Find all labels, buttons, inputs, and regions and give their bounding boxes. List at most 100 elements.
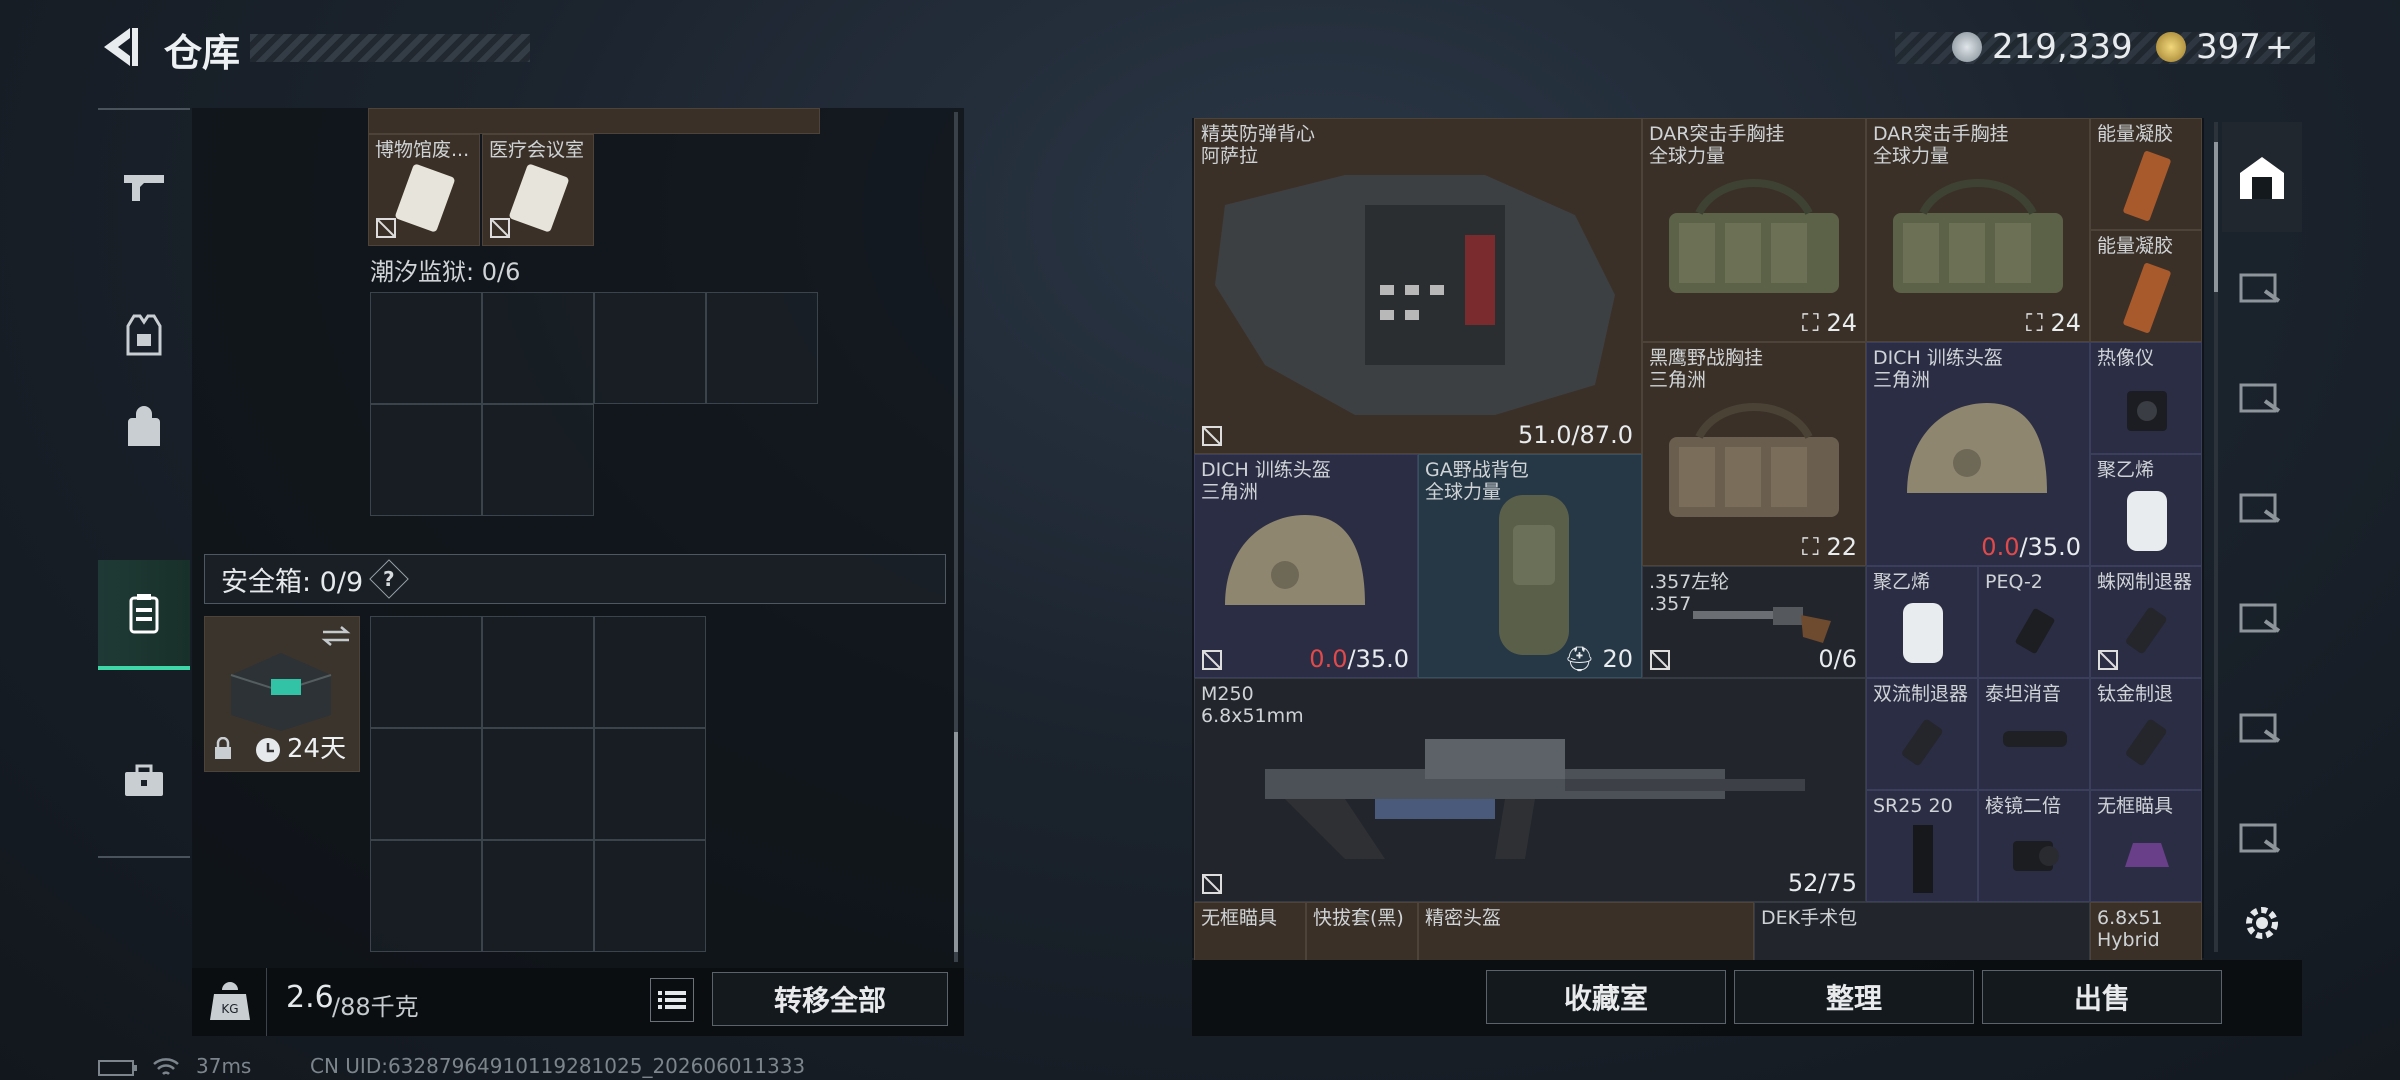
item-name: 6.8x51 Hybrid: [2097, 907, 2163, 951]
item-titanium-brake[interactable]: 钛金制退: [2090, 678, 2202, 790]
partial-row: [368, 108, 820, 134]
slot[interactable]: [370, 292, 482, 404]
magazine-icon: [1913, 825, 1933, 893]
item-helmet[interactable]: DICH 训练头盔 三角洲 0.0/35.0: [1194, 454, 1418, 678]
item-name: 棱镜二倍: [1985, 795, 2062, 817]
tab-weapons[interactable]: [98, 132, 190, 242]
safebox-item[interactable]: 24天: [204, 616, 360, 772]
currency-gold[interactable]: 397 +: [2156, 24, 2293, 70]
item-chest-rig[interactable]: 黑鹰野战胸挂 三角洲 ⛶ 22: [1642, 342, 1866, 566]
tab-stash-1[interactable]: [2222, 232, 2302, 342]
item-name: 精英防弹背心 阿萨拉: [1201, 123, 1316, 167]
slot[interactable]: [706, 292, 818, 404]
slot[interactable]: [594, 292, 706, 404]
item-thermal-imager[interactable]: 热像仪: [2090, 342, 2202, 454]
item-museum-key[interactable]: 博物馆废...: [368, 134, 480, 246]
item-chest-rig[interactable]: DAR突击手胸挂 全球力量 ⛶ 24: [1642, 118, 1866, 342]
slot[interactable]: [482, 292, 594, 404]
region-label: 潮汐监狱: 0/6: [370, 258, 521, 286]
no-trade-icon: [1202, 650, 1222, 670]
slot[interactable]: [482, 404, 594, 516]
sight-icon: [2125, 843, 2169, 867]
sort-button[interactable]: 整理: [1734, 970, 1974, 1024]
safebox-label: 安全箱: 0/9: [221, 566, 364, 598]
item-name: 精密头盔: [1425, 907, 1502, 929]
item-sr25-mag[interactable]: SR25 20: [1866, 790, 1978, 902]
safebox-slot[interactable]: [370, 728, 482, 840]
item-ammo-box[interactable]: 6.8x51 Hybrid: [2090, 902, 2202, 960]
item-holo-sight[interactable]: 无框瞄具: [2090, 790, 2202, 902]
item-energy-gel[interactable]: 能量凝胶: [2090, 230, 2202, 342]
tab-stash-3[interactable]: [2222, 452, 2302, 562]
safebox-slot[interactable]: [482, 840, 594, 952]
help-button[interactable]: ?: [369, 559, 409, 599]
item-precision-helmet[interactable]: 精密头盔: [1418, 902, 1754, 960]
slot[interactable]: [370, 404, 482, 516]
add-gold-button[interactable]: +: [2265, 27, 2294, 67]
list-icon: [658, 991, 686, 1009]
tab-backpack[interactable]: [98, 372, 190, 482]
safebox-slot[interactable]: [594, 840, 706, 952]
chest-rig-icon: [1669, 179, 1839, 293]
chest-rig-icon: [1893, 179, 2063, 293]
weight-max: /88千克: [332, 993, 419, 1021]
tab-stash-5[interactable]: [2222, 672, 2302, 782]
stash-page-icon: [2239, 603, 2281, 633]
tab-stash-2[interactable]: [2222, 342, 2302, 452]
tab-all-stash[interactable]: [2222, 122, 2302, 232]
category-sidebar: [98, 108, 190, 858]
item-name: 泰坦消音: [1985, 683, 2062, 705]
item-name: 热像仪: [2097, 347, 2155, 369]
item-dual-brake[interactable]: 双流制退器: [1866, 678, 1978, 790]
collection-room-button[interactable]: 收藏室: [1486, 970, 1726, 1024]
tab-stash-4[interactable]: [2222, 562, 2302, 672]
weight-icon: KG: [210, 982, 250, 1020]
settings-button[interactable]: [2222, 868, 2302, 978]
item-polyethylene[interactable]: 聚乙烯: [1866, 566, 1978, 678]
safebox-slot[interactable]: [482, 728, 594, 840]
item-name: 聚乙烯: [1873, 571, 1931, 593]
safebox-slot[interactable]: [370, 840, 482, 952]
item-surgical-kit[interactable]: DEK手术包: [1754, 902, 2090, 960]
item-revolver[interactable]: .357左轮 .357 0/6: [1642, 566, 1866, 678]
item-helmet[interactable]: DICH 训练头盔 三角洲 0.0/35.0: [1866, 342, 2090, 566]
safebox-slot[interactable]: [594, 728, 706, 840]
list-view-button[interactable]: [650, 978, 694, 1022]
safebox-slot[interactable]: [370, 616, 482, 728]
no-trade-icon: [1650, 650, 1670, 670]
item-muzzle-brake[interactable]: 蛛网制退器: [2090, 566, 2202, 678]
item-durability: 0.0/35.0: [1309, 645, 1409, 673]
safebox-timer: 24天: [287, 734, 347, 764]
safebox-slot[interactable]: [594, 616, 706, 728]
item-peq2[interactable]: PEQ-2: [1978, 566, 2090, 678]
item-holster[interactable]: 快拔套(黑): [1306, 902, 1418, 960]
left-scrollbar[interactable]: [954, 112, 958, 962]
swap-icon: [321, 626, 351, 646]
stash-page-icon: [2239, 823, 2281, 853]
item-polyethylene[interactable]: 聚乙烯: [2090, 454, 2202, 566]
item-vest[interactable]: 精英防弹背心 阿萨拉 51.0/87.0: [1194, 118, 1642, 454]
item-prism-2x[interactable]: 棱镜二倍: [1978, 790, 2090, 902]
transfer-all-button[interactable]: 转移全部: [712, 972, 948, 1026]
sell-button[interactable]: 出售: [1982, 970, 2222, 1024]
gold-coin-icon: [2156, 32, 2186, 62]
item-energy-gel[interactable]: 能量凝胶: [2090, 118, 2202, 230]
tab-container[interactable]: [98, 560, 190, 670]
stash-tab-bar: [2222, 118, 2302, 958]
item-capacity: ⛶ 22: [1802, 533, 1857, 561]
item-m250[interactable]: M250 6.8x51mm 52/75: [1194, 678, 1866, 902]
backpack-icon: [128, 406, 160, 446]
safebox-slot[interactable]: [482, 616, 594, 728]
item-chest-rig[interactable]: DAR突击手胸挂 全球力量 ⛶ 24: [1866, 118, 2090, 342]
item-capacity: ⛶ 24: [2026, 309, 2081, 337]
item-backpack[interactable]: GA野战背包 全球力量 ⛑ 20: [1418, 454, 1642, 678]
tab-toolbox[interactable]: [98, 726, 190, 836]
item-medical-room-key[interactable]: 医疗会议室: [482, 134, 594, 246]
stash-scrollbar[interactable]: [2214, 122, 2218, 952]
item-titan-suppressor[interactable]: 泰坦消音: [1978, 678, 2090, 790]
suppressor-icon: [2003, 731, 2067, 747]
container-icon: [129, 594, 159, 634]
safebox-icon: [230, 653, 332, 731]
item-holo-sight[interactable]: 无框瞄具: [1194, 902, 1306, 960]
back-icon[interactable]: [96, 24, 142, 70]
